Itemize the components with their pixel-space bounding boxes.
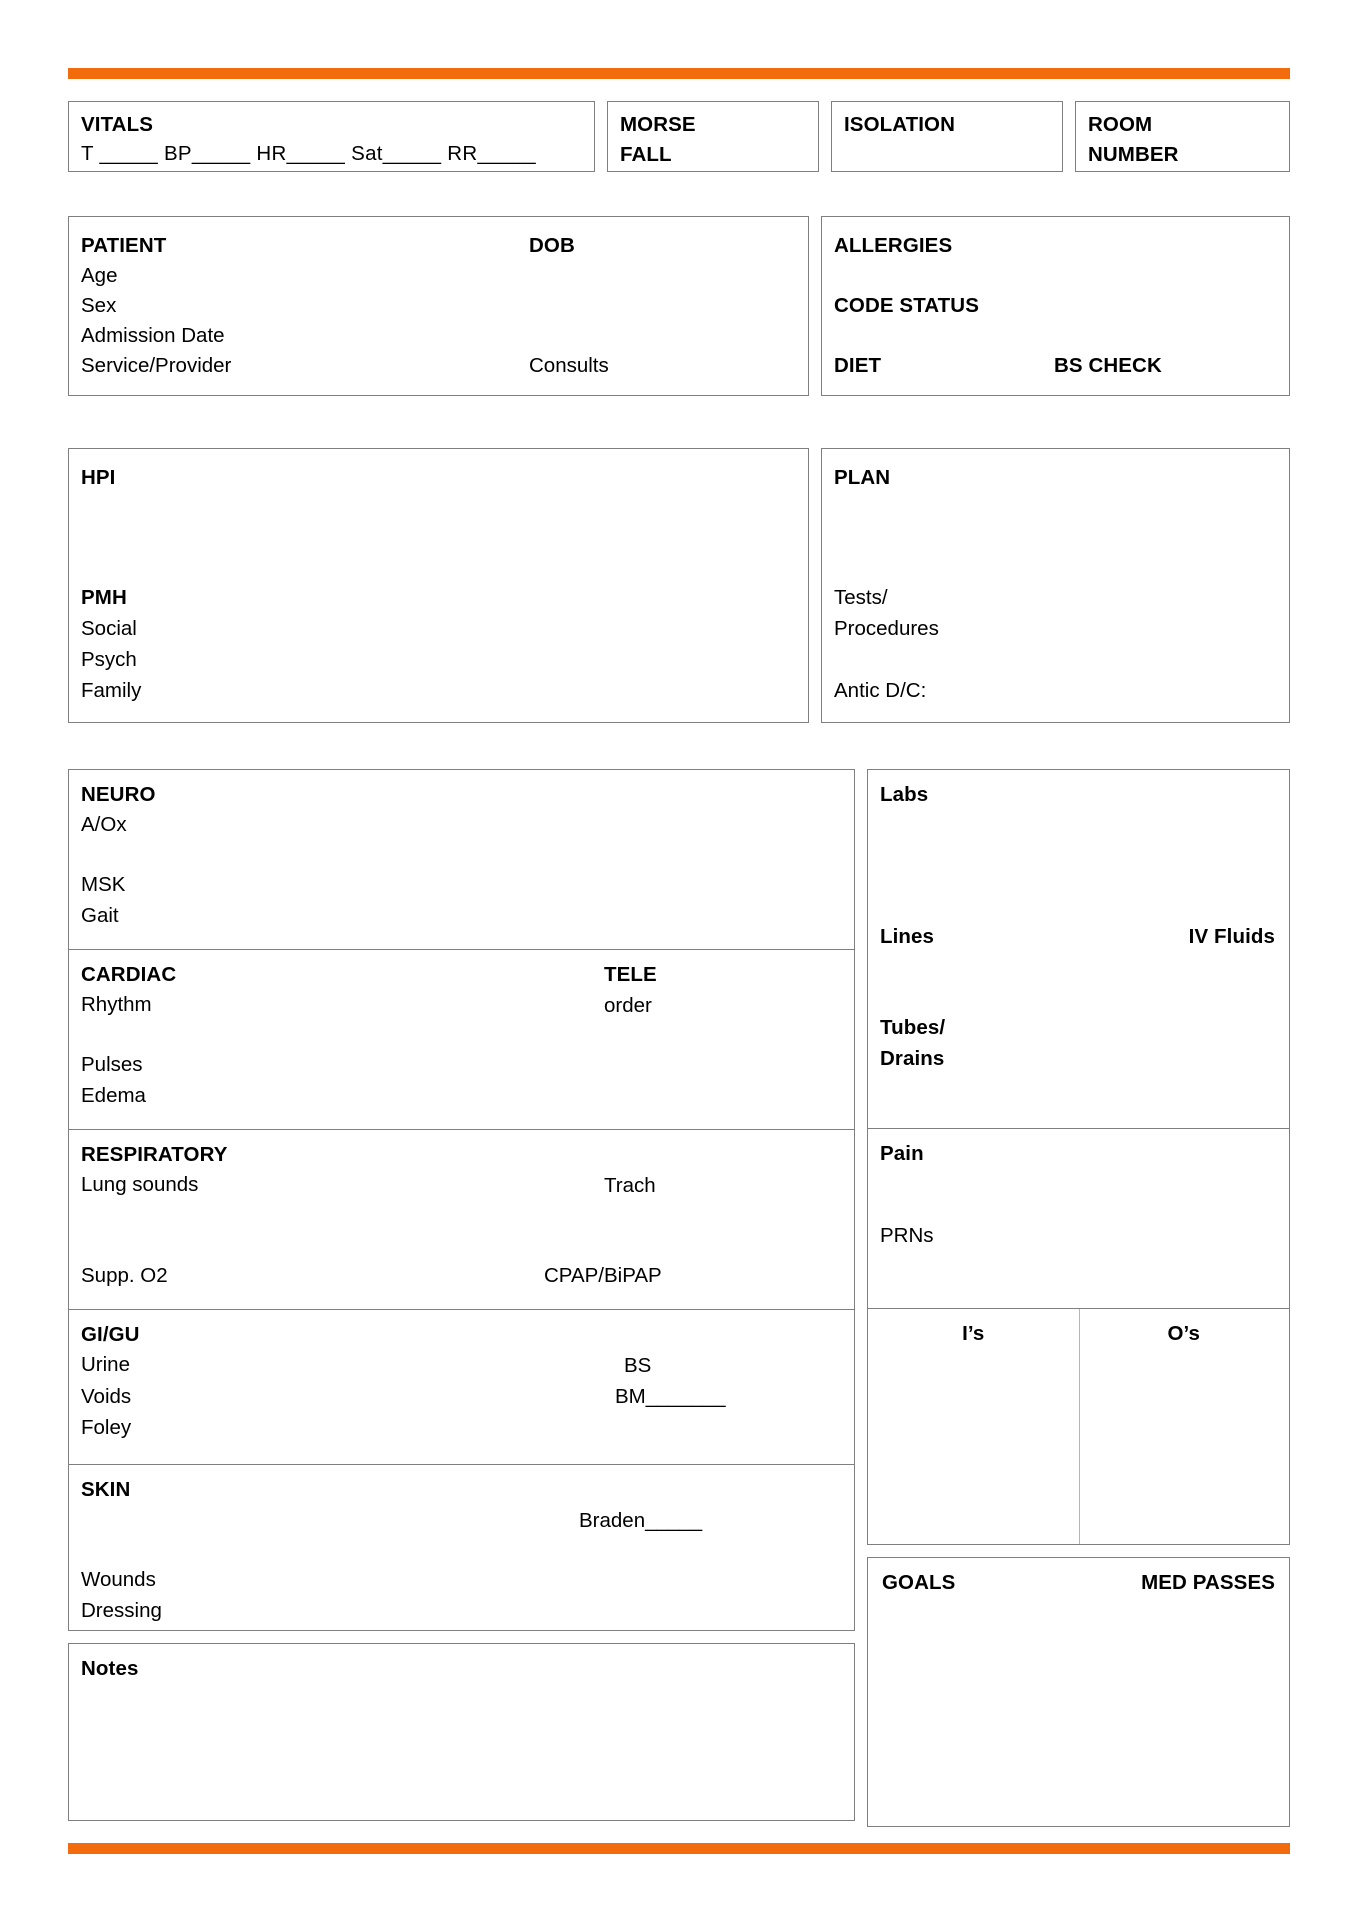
cardiac-edema-label: Edema: [81, 1084, 146, 1107]
allergies-box[interactable]: ALLERGIES CODE STATUS DIET BS CHECK: [821, 216, 1290, 396]
patient-service-provider-label: Service/Provider: [81, 354, 232, 377]
goals-box[interactable]: GOALS MED PASSES: [867, 1557, 1290, 1827]
bs-check-label: BS CHECK: [1054, 354, 1162, 377]
plan-box[interactable]: PLAN Tests/ Procedures Antic D/C:: [821, 448, 1290, 723]
intake-output-divider: [1078, 1309, 1080, 1544]
isolation-box[interactable]: ISOLATION: [831, 101, 1063, 172]
med-passes-label: MED PASSES: [1141, 1571, 1275, 1594]
morse-fall-label-line1: MORSE: [620, 113, 696, 136]
cardiac-pulses-label: Pulses: [81, 1053, 143, 1076]
respiratory-section[interactable]: RESPIRATORY Lung sounds Trach Supp. O2 C…: [69, 1130, 854, 1310]
output-label: O’s: [1167, 1322, 1201, 1345]
patient-admission-date-label: Admission Date: [81, 324, 225, 347]
psych-label: Psych: [81, 648, 137, 671]
gi-gu-urine-label: Urine: [81, 1353, 130, 1376]
assessment-strip: NEURO A/Ox MSK Gait CARDIAC TELE Rhythm …: [68, 769, 1290, 1829]
neuro-msk-label: MSK: [81, 873, 126, 896]
code-status-label: CODE STATUS: [834, 294, 979, 317]
vitals-strip: VITALS T _____ BP_____ HR_____ Sat_____ …: [68, 101, 1290, 172]
gi-gu-bm-field[interactable]: BM_______: [615, 1382, 726, 1412]
tests-label: Tests/: [834, 586, 888, 609]
pain-title: Pain: [880, 1142, 924, 1165]
gi-gu-foley-label: Foley: [81, 1416, 132, 1439]
prns-label: PRNs: [880, 1224, 934, 1247]
goals-title: GOALS: [882, 1571, 956, 1594]
neuro-aox-label: A/Ox: [81, 813, 127, 836]
neuro-title: NEURO: [81, 783, 156, 806]
cardiac-tele-order-label: order: [604, 994, 652, 1017]
assessment-left-column: NEURO A/Ox MSK Gait CARDIAC TELE Rhythm …: [68, 769, 855, 1829]
top-orange-rule: [68, 68, 1290, 79]
patient-consults-label: Consults: [529, 354, 609, 377]
gi-gu-section[interactable]: GI/GU Urine BS Voids BM_______ Foley: [69, 1310, 854, 1465]
labs-box[interactable]: Labs Lines IV Fluids Tubes/ Drains: [867, 769, 1290, 1129]
systems-assessment-stack: NEURO A/Ox MSK Gait CARDIAC TELE Rhythm …: [68, 769, 855, 1631]
room-number-label-line2: NUMBER: [1088, 143, 1179, 166]
hpi-plan-strip: HPI PMH Social Psych Family PLAN Tests/ …: [68, 448, 1290, 723]
notes-title: Notes: [81, 1657, 139, 1680]
vitals-fields-line[interactable]: T _____ BP_____ HR_____ Sat_____ RR_____: [81, 140, 582, 168]
morse-fall-box[interactable]: MORSE FALL: [607, 101, 819, 172]
respiratory-title: RESPIRATORY: [81, 1143, 228, 1166]
skin-dressing-label: Dressing: [81, 1599, 162, 1622]
morse-fall-label-line2: FALL: [620, 143, 672, 166]
gi-gu-voids-label: Voids: [81, 1385, 132, 1408]
pmh-label: PMH: [81, 586, 127, 609]
room-number-box[interactable]: ROOM NUMBER: [1075, 101, 1290, 172]
skin-braden-field[interactable]: Braden_____: [579, 1506, 702, 1536]
social-label: Social: [81, 617, 137, 640]
nursing-report-sheet: VITALS T _____ BP_____ HR_____ Sat_____ …: [0, 0, 1358, 1920]
cardiac-rhythm-label: Rhythm: [81, 993, 152, 1016]
hpi-box[interactable]: HPI PMH Social Psych Family: [68, 448, 809, 723]
vitals-title: VITALS: [81, 113, 153, 136]
family-label: Family: [81, 679, 142, 702]
gi-gu-title: GI/GU: [81, 1323, 140, 1346]
intake-output-box[interactable]: I’s O’s: [867, 1309, 1290, 1545]
intake-column[interactable]: I’s: [868, 1309, 1079, 1544]
pain-box[interactable]: Pain PRNs: [867, 1129, 1290, 1309]
antic-dc-label: Antic D/C:: [834, 679, 927, 702]
cardiac-section[interactable]: CARDIAC TELE Rhythm order Pulses Edema: [69, 950, 854, 1130]
patient-strip: PATIENT DOB Age Sex Admission Date Servi…: [68, 216, 1290, 396]
skin-wounds-label: Wounds: [81, 1568, 156, 1591]
output-column[interactable]: O’s: [1079, 1309, 1290, 1544]
patient-age-label: Age: [81, 264, 118, 287]
respiratory-lung-sounds-label: Lung sounds: [81, 1173, 199, 1196]
bottom-orange-rule: [68, 1843, 1290, 1854]
patient-sex-label: Sex: [81, 294, 117, 317]
hpi-title: HPI: [81, 466, 116, 489]
notes-box[interactable]: Notes: [68, 1643, 855, 1821]
respiratory-trach-label: Trach: [604, 1174, 656, 1197]
allergies-title: ALLERGIES: [834, 234, 953, 257]
cardiac-tele-label: TELE: [604, 963, 657, 986]
intake-label: I’s: [962, 1322, 985, 1345]
neuro-gait-label: Gait: [81, 904, 119, 927]
drains-label: Drains: [880, 1047, 945, 1070]
lines-label: Lines: [880, 925, 935, 948]
vitals-box[interactable]: VITALS T _____ BP_____ HR_____ Sat_____ …: [68, 101, 595, 172]
labs-title: Labs: [880, 783, 929, 806]
patient-dob-label: DOB: [529, 234, 575, 257]
patient-box[interactable]: PATIENT DOB Age Sex Admission Date Servi…: [68, 216, 809, 396]
respiratory-cpap-bipap-label: CPAP/BiPAP: [544, 1264, 662, 1287]
iv-fluids-label: IV Fluids: [1188, 925, 1275, 948]
neuro-section[interactable]: NEURO A/Ox MSK Gait: [69, 770, 854, 950]
procedures-label: Procedures: [834, 617, 939, 640]
diet-label: DIET: [834, 354, 882, 377]
patient-title: PATIENT: [81, 234, 167, 257]
assessment-right-column: Labs Lines IV Fluids Tubes/ Drains Pain …: [867, 769, 1290, 1829]
cardiac-title: CARDIAC: [81, 963, 177, 986]
tubes-label: Tubes/: [880, 1016, 946, 1039]
skin-title: SKIN: [81, 1478, 131, 1501]
room-number-label-line1: ROOM: [1088, 113, 1153, 136]
isolation-label: ISOLATION: [844, 113, 955, 136]
respiratory-supp-o2-label: Supp. O2: [81, 1264, 168, 1287]
plan-title: PLAN: [834, 466, 891, 489]
gi-gu-bs-label: BS: [624, 1354, 652, 1377]
skin-section[interactable]: SKIN Braden_____ Wounds Dressing: [69, 1465, 854, 1630]
